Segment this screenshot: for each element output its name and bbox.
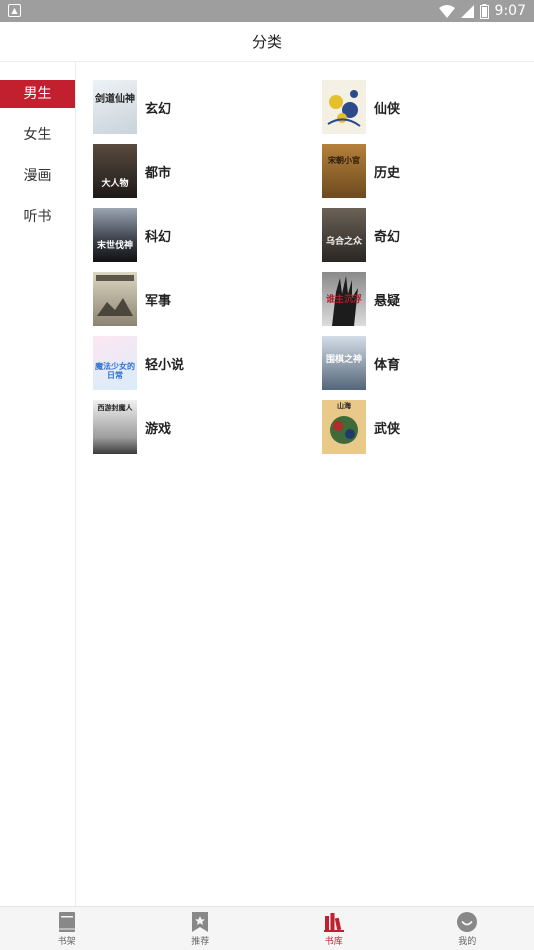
library-icon <box>323 913 344 932</box>
page-title: 分类 <box>251 33 282 51</box>
wifi-icon <box>438 4 455 18</box>
category-label: 体育 <box>374 357 401 373</box>
sidebar-item-male[interactable]: 男生 <box>0 80 75 108</box>
bookshelf-icon <box>58 912 75 932</box>
book-cover: 西游封魔人 <box>93 400 137 454</box>
category-item-xianxia[interactable]: 仙侠 <box>322 80 400 134</box>
book-cover: 乌合之众 <box>322 208 366 262</box>
category-label: 悬疑 <box>374 293 401 309</box>
book-cover: 魔法少女的日常 <box>93 336 137 390</box>
category-item-lishi[interactable]: 宋朝小官 历史 <box>322 144 400 198</box>
category-label: 玄幻 <box>145 101 172 117</box>
book-cover: 山海 <box>322 400 366 454</box>
tab-library[interactable]: 书库 <box>267 907 401 950</box>
book-cover <box>93 272 137 326</box>
category-label: 科幻 <box>145 229 172 245</box>
category-item-dushi[interactable]: 大人物 都市 <box>93 144 171 198</box>
app-header: 分类 <box>0 22 534 62</box>
battery-icon <box>479 3 489 19</box>
book-cover: 谁主沉浮 <box>322 272 366 326</box>
category-item-tiyu[interactable]: 围棋之神 体育 <box>322 336 400 390</box>
category-label: 军事 <box>145 293 172 309</box>
category-item-kehuan[interactable]: 末世伐神 科幻 <box>93 208 171 262</box>
bottom-tab-bar: 书架 推荐 书库 我的 <box>0 906 534 950</box>
cover-art <box>96 275 134 316</box>
category-label: 武侠 <box>374 421 401 437</box>
cover-art <box>327 90 361 127</box>
category-item-xuanhuan[interactable]: 剑道仙神 玄幻 <box>93 80 171 134</box>
status-bar: ▲ 9:07 <box>0 0 534 22</box>
book-cover: 围棋之神 <box>322 336 366 390</box>
tab-recommend[interactable]: 推荐 <box>134 907 268 950</box>
category-label: 轻小说 <box>145 357 185 373</box>
clock: 9:07 <box>494 3 526 19</box>
tab-profile[interactable]: 我的 <box>401 907 534 950</box>
book-cover: 末世伐神 <box>93 208 137 262</box>
book-cover: 宋朝小官 <box>322 144 366 198</box>
notification-icon: ▲ <box>8 4 21 17</box>
tab-bookshelf[interactable]: 书架 <box>0 907 134 950</box>
category-item-qihuan[interactable]: 乌合之众 奇幻 <box>322 208 400 262</box>
category-label: 历史 <box>374 165 401 181</box>
sidebar-item-female[interactable]: 女生 <box>0 121 75 149</box>
recommend-bookmark-icon <box>192 912 209 932</box>
category-item-xuanyi[interactable]: 谁主沉浮 悬疑 <box>322 272 400 326</box>
category-label: 游戏 <box>145 421 172 437</box>
sidebar-item-audiobooks[interactable]: 听书 <box>0 203 75 231</box>
category-label: 都市 <box>145 165 172 181</box>
category-item-qingxiaoshuo[interactable]: 魔法少女的日常 轻小说 <box>93 336 184 390</box>
category-label: 奇幻 <box>374 229 401 245</box>
book-cover <box>322 80 366 134</box>
signal-icon <box>460 4 474 18</box>
category-item-junshi[interactable]: 军事 <box>93 272 171 326</box>
category-item-wuxia[interactable]: 山海 武侠 <box>322 400 400 454</box>
category-item-youxi[interactable]: 西游封魔人 游戏 <box>93 400 171 454</box>
category-label: 仙侠 <box>374 101 401 117</box>
category-sidebar: 男生 女生 漫画 听书 <box>0 62 76 906</box>
status-icons: 9:07 <box>438 2 526 20</box>
book-cover: 剑道仙神 <box>93 80 137 134</box>
sidebar-item-comics[interactable]: 漫画 <box>0 162 75 190</box>
book-cover: 大人物 <box>93 144 137 198</box>
profile-icon <box>457 912 478 932</box>
